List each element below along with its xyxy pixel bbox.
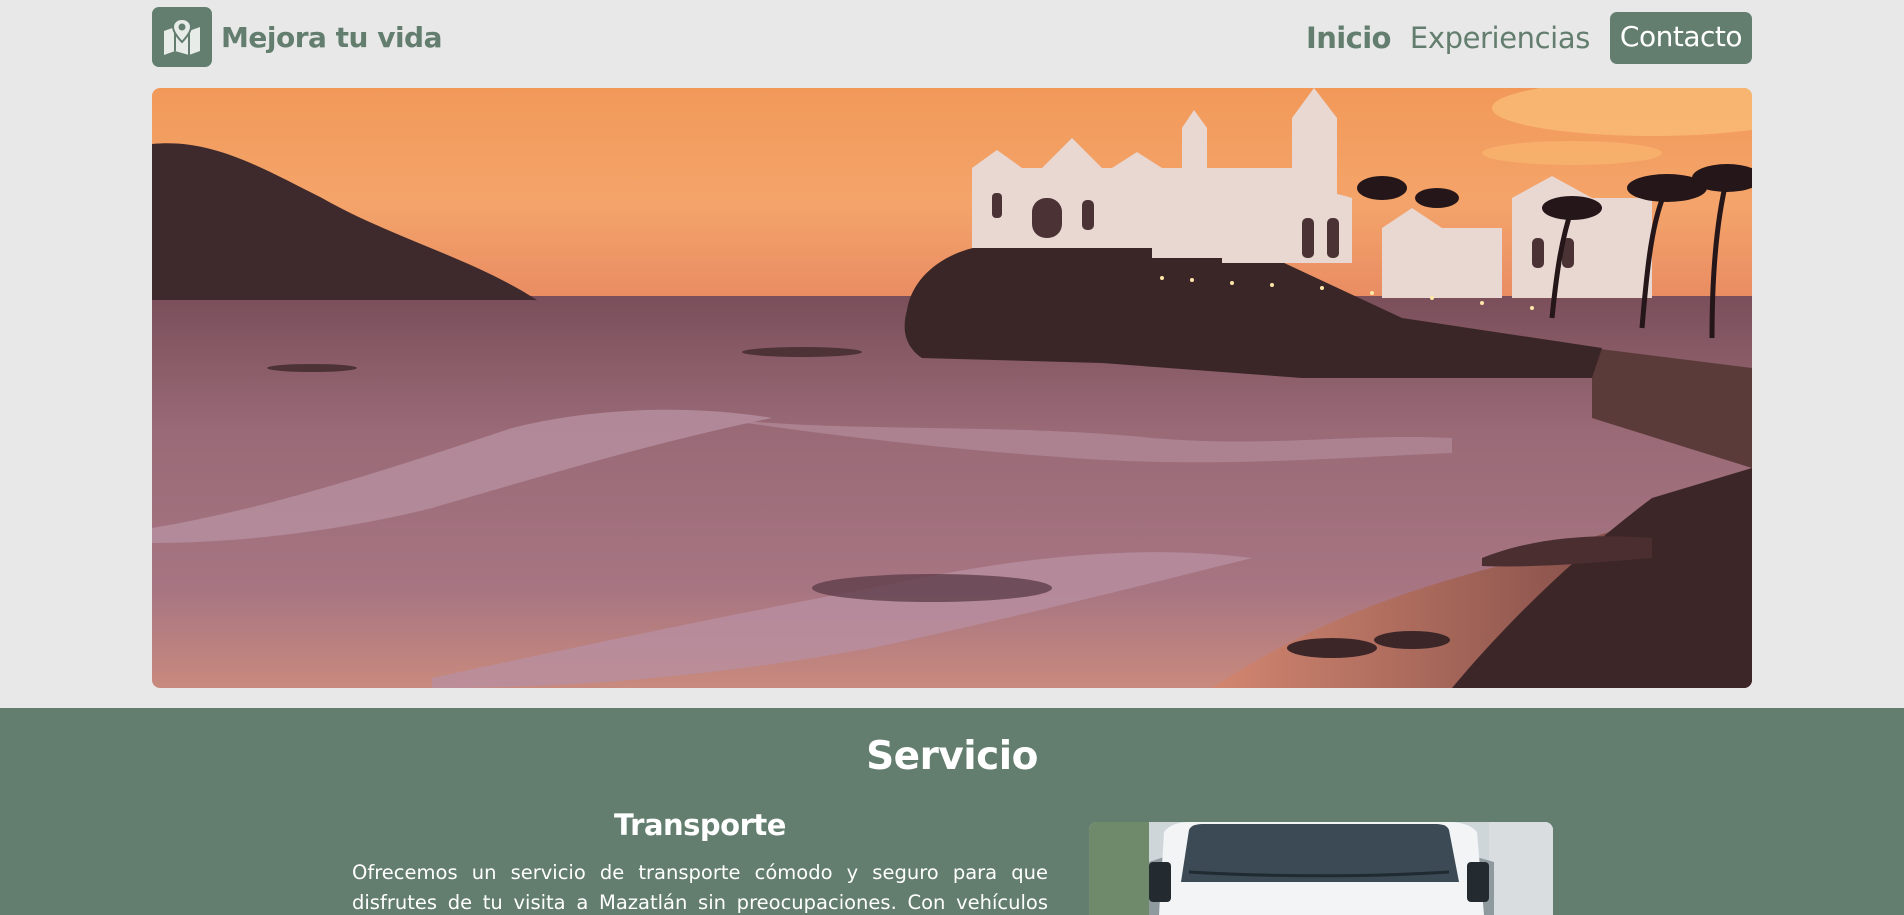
- brand-name: Mejora tu vida: [221, 20, 443, 54]
- nav-link-experiencias[interactable]: Experiencias: [1410, 18, 1590, 58]
- servicio-section: Servicio Transporte Ofrecemos un servici…: [0, 708, 1904, 915]
- contact-button[interactable]: Contacto: [1609, 12, 1752, 64]
- nav-link-inicio[interactable]: Inicio: [1306, 18, 1391, 58]
- hero-image: [152, 88, 1752, 688]
- brand-link[interactable]: Mejora tu vida: [152, 7, 443, 67]
- main-nav: Inicio Experiencias Contacto: [1306, 12, 1752, 64]
- van-image: [1089, 822, 1553, 915]
- service-card-description: Ofrecemos un servicio de transporte cómo…: [352, 861, 1048, 914]
- map-pin-icon: [152, 7, 212, 67]
- section-title: Servicio: [866, 734, 1038, 779]
- site-header: Mejora tu vida Inicio Experiencias Conta…: [152, 7, 1752, 69]
- service-card-title: Transporte: [614, 808, 786, 842]
